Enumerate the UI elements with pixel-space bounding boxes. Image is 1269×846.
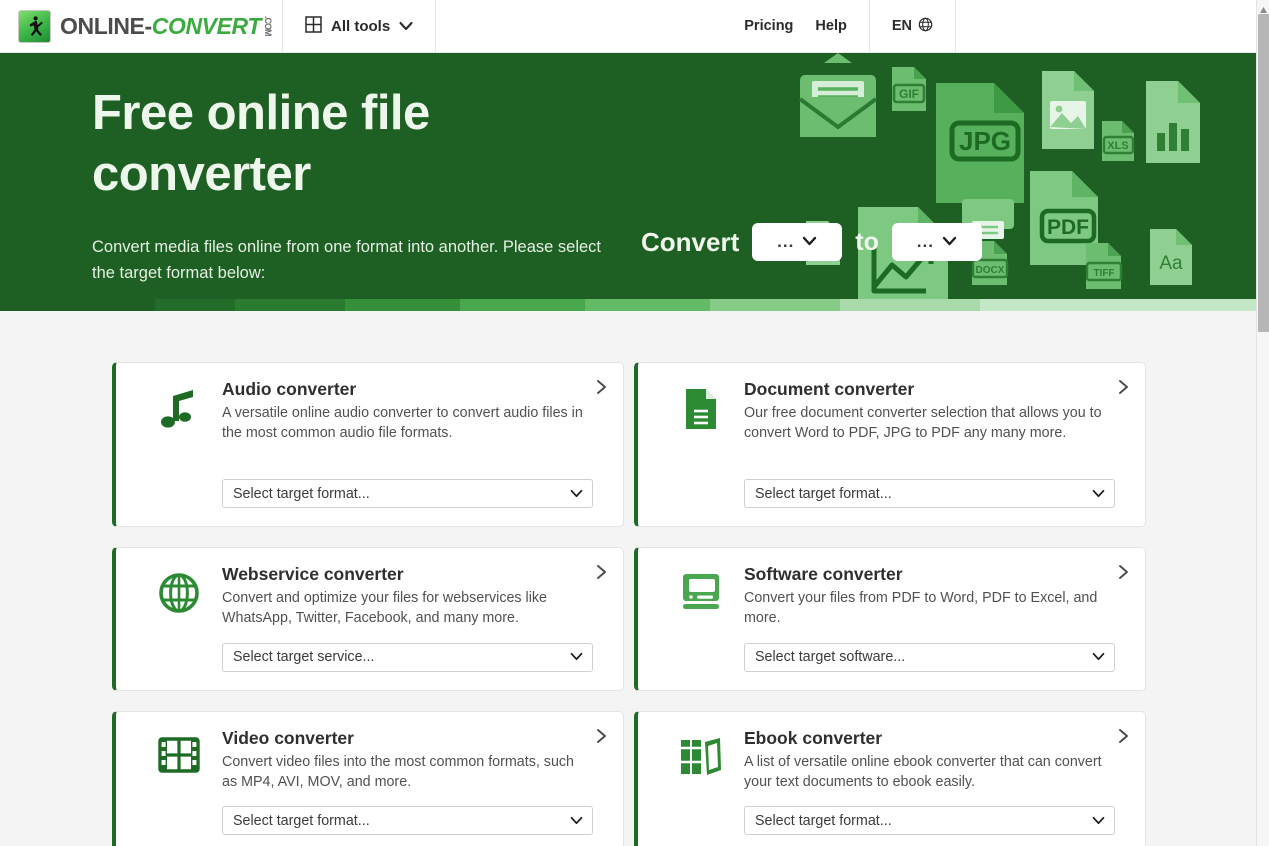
logo-text-tld: .COM (263, 16, 272, 36)
hero-title-line1: Free online file (92, 86, 430, 140)
chevron-right-icon[interactable] (596, 728, 607, 749)
page-title: Free online file converter (92, 83, 652, 205)
nav-link-pricing[interactable]: Pricing (744, 18, 793, 34)
card-title: Audio converter (222, 379, 593, 400)
globe-icon (918, 17, 933, 36)
language-switcher[interactable]: EN (870, 0, 955, 52)
card-title: Software converter (744, 564, 1115, 585)
target-format-select[interactable]: Select target format... (222, 479, 593, 508)
document-icon (658, 379, 744, 508)
select-value: Select target format... (755, 813, 892, 829)
select-value: Select target service... (233, 649, 374, 665)
converter-card-ebook[interactable]: Ebook converter A list of versatile onli… (634, 711, 1146, 846)
select-value: Select target software... (755, 649, 905, 665)
language-label: EN (892, 18, 912, 34)
svg-text:Aa: Aa (1159, 253, 1183, 274)
target-format-select[interactable]: Select target format... (744, 479, 1115, 508)
chevron-down-icon (570, 649, 583, 665)
chevron-down-icon (570, 486, 583, 502)
chevron-right-icon[interactable] (596, 379, 607, 400)
select-value: Select target format... (233, 486, 370, 502)
logo-wordmark: ONLINE-CONVERT.COM (60, 13, 272, 40)
card-description: Convert your files from PDF to Word, PDF… (744, 588, 1115, 629)
chevron-right-icon[interactable] (1118, 728, 1129, 749)
header-tail (956, 0, 1256, 52)
convert-to-value: ... (917, 239, 934, 246)
chevron-down-icon (1092, 813, 1105, 829)
target-format-select[interactable]: Select target format... (744, 806, 1115, 835)
convert-prefix-label: Convert (641, 227, 739, 258)
page-scrollbar[interactable] (1256, 0, 1269, 846)
all-tools-menu-button[interactable]: All tools (283, 0, 435, 52)
film-strip-icon (136, 728, 222, 836)
select-value: Select target format... (233, 813, 370, 829)
card-title: Webservice converter (222, 564, 593, 585)
converter-cards-grid: Audio converter A versatile online audio… (112, 362, 1146, 846)
convert-quick-form: Convert ... to ... (641, 223, 982, 261)
convert-middle-label: to (855, 228, 879, 257)
music-note-icon (136, 379, 222, 508)
card-title: Ebook converter (744, 728, 1115, 749)
svg-text:TIFF: TIFF (1093, 268, 1114, 279)
convert-from-value: ... (777, 239, 794, 246)
card-description: Our free document converter selection th… (744, 403, 1115, 465)
site-header: ONLINE-CONVERT.COM All tools Pric (0, 0, 1256, 53)
chevron-down-icon (942, 233, 957, 251)
target-software-select[interactable]: Select target software... (744, 643, 1115, 672)
chevron-down-icon (802, 233, 817, 251)
chevron-down-icon (1092, 486, 1105, 502)
converter-card-webservice[interactable]: Webservice converter Convert and optimiz… (112, 547, 624, 691)
card-description: A versatile online audio converter to co… (222, 403, 593, 465)
svg-text:DOCX: DOCX (976, 265, 1005, 276)
grid-icon (305, 16, 322, 37)
globe-icon (136, 564, 222, 672)
card-title: Video converter (222, 728, 593, 749)
header-spacer (436, 0, 722, 52)
svg-text:PDF: PDF (1047, 216, 1089, 239)
target-service-select[interactable]: Select target service... (222, 643, 593, 672)
card-title: Document converter (744, 379, 1115, 400)
converter-card-audio[interactable]: Audio converter A versatile online audio… (112, 362, 624, 527)
svg-text:XLS: XLS (1107, 140, 1128, 152)
chevron-right-icon[interactable] (596, 564, 607, 585)
runner-logo-icon (18, 10, 51, 43)
logo-text-dark: ONLINE- (60, 13, 152, 40)
logo-text-green: CONVERT (152, 13, 261, 40)
converter-card-video[interactable]: Video converter Convert video files into… (112, 711, 624, 846)
site-logo[interactable]: ONLINE-CONVERT.COM (0, 0, 282, 52)
monitor-icon (658, 564, 744, 672)
convert-to-select[interactable]: ... (892, 223, 982, 261)
svg-text:GIF: GIF (899, 87, 919, 101)
hero-title-line2: converter (92, 147, 311, 201)
scroll-up-arrow-icon[interactable] (1259, 2, 1268, 11)
target-format-select[interactable]: Select target format... (222, 806, 593, 835)
select-value: Select target format... (755, 486, 892, 502)
convert-from-select[interactable]: ... (752, 223, 842, 261)
svg-text:JPG: JPG (959, 126, 1011, 156)
books-icon (658, 728, 744, 836)
chevron-right-icon[interactable] (1118, 379, 1129, 400)
converter-card-document[interactable]: Document converter Our free document con… (634, 362, 1146, 527)
chevron-right-icon[interactable] (1118, 564, 1129, 585)
card-description: A list of versatile online ebook convert… (744, 752, 1115, 793)
converter-cards-section: Audio converter A versatile online audio… (0, 311, 1256, 846)
chevron-down-icon (1092, 649, 1105, 665)
nav-link-help[interactable]: Help (815, 18, 846, 34)
card-description: Convert and optimize your files for webs… (222, 588, 593, 629)
all-tools-label: All tools (331, 18, 390, 35)
page-root: ONLINE-CONVERT.COM All tools Pric (0, 0, 1269, 846)
header-nav-links: Pricing Help (722, 0, 869, 52)
card-description: Convert video files into the most common… (222, 752, 593, 793)
hero-subtitle: Convert media files online from one form… (92, 235, 612, 286)
hero-bottom-stripe (0, 299, 1256, 311)
scrollbar-thumb[interactable] (1258, 14, 1269, 332)
chevron-down-icon (570, 813, 583, 829)
chevron-down-icon (399, 18, 413, 35)
converter-card-software[interactable]: Software converter Convert your files fr… (634, 547, 1146, 691)
hero-banner: GIF JPG (0, 53, 1256, 311)
